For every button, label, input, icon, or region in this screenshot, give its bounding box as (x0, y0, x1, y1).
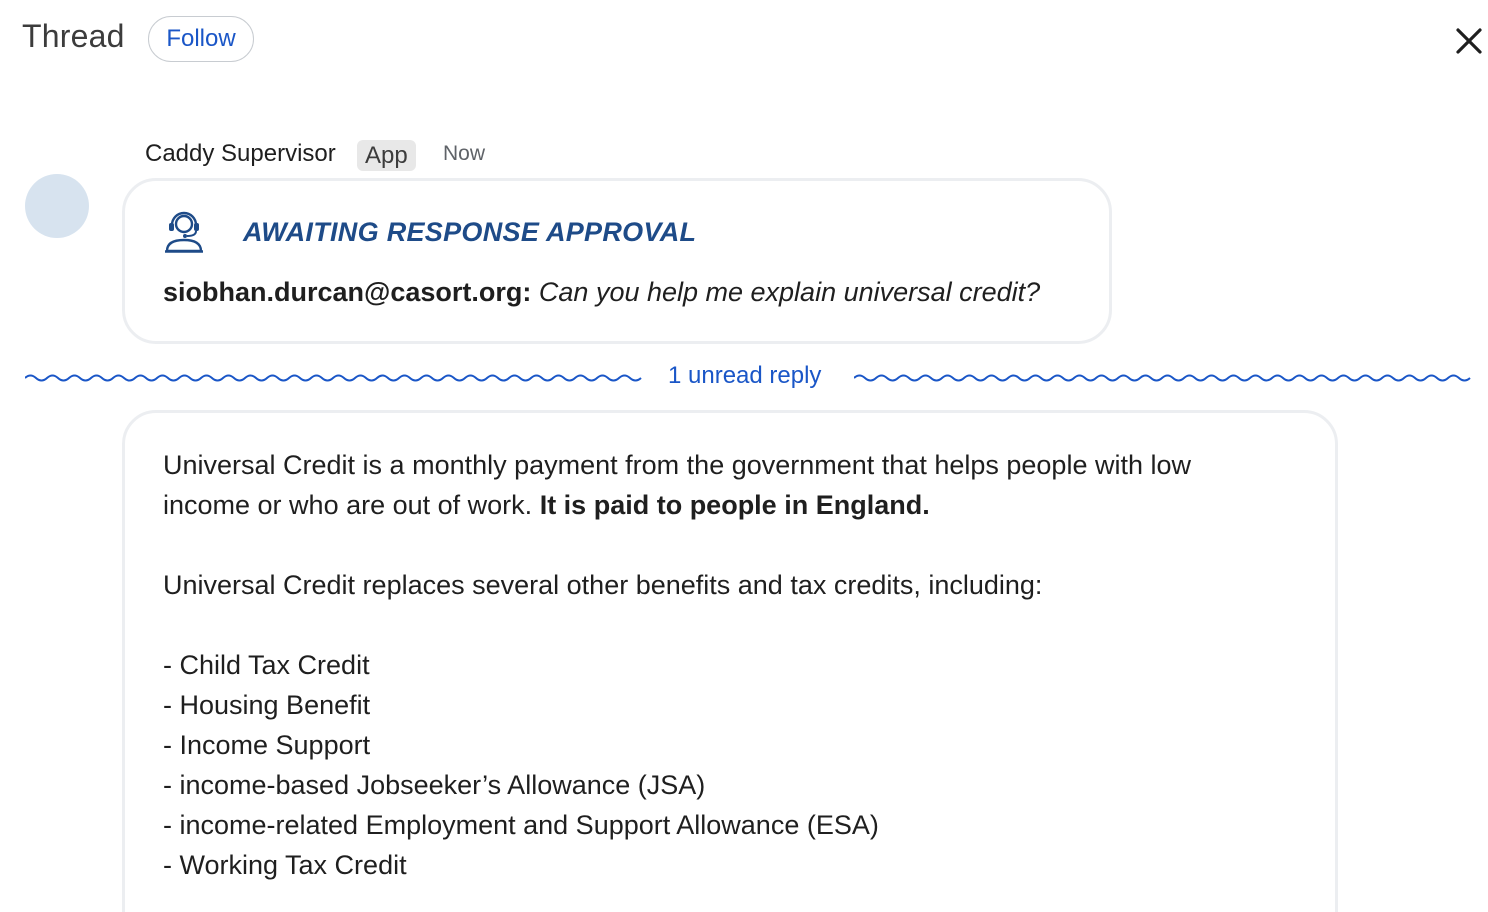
reply-card: Universal Credit is a monthly payment fr… (122, 410, 1338, 912)
reply-body: Universal Credit is a monthly payment fr… (163, 445, 1283, 885)
thread-title: Thread (22, 18, 125, 54)
query-email: siobhan.durcan@casort.org: (163, 277, 532, 307)
list-item: - Working Tax Credit (163, 850, 407, 880)
app-badge: App (357, 140, 416, 171)
close-button[interactable] (1450, 22, 1488, 60)
close-icon (1456, 28, 1482, 54)
approval-status-title: AWAITING RESPONSE APPROVAL (243, 217, 697, 247)
reply-paragraph-1-bold: It is paid to people in England. (539, 490, 930, 520)
approval-card: AWAITING RESPONSE APPROVAL siobhan.durca… (122, 178, 1112, 344)
follow-button[interactable]: Follow (148, 16, 254, 62)
unread-divider-right (854, 374, 1471, 382)
avatar[interactable] (25, 174, 89, 238)
support-agent-icon (165, 211, 203, 253)
thread-panel: Thread Follow Caddy Supervisor App Now A… (0, 0, 1488, 912)
list-item: - Housing Benefit (163, 690, 371, 720)
list-item: - Child Tax Credit (163, 650, 370, 680)
unread-replies-link[interactable]: 1 unread reply (668, 362, 821, 390)
reply-paragraph-1: Universal Credit is a monthly payment fr… (163, 445, 1283, 525)
query-question: Can you help me explain universal credit… (538, 277, 1041, 307)
query-line: siobhan.durcan@casort.org: Can you help … (163, 277, 1040, 308)
list-item: - income-based Jobseeker’s Allowance (JS… (163, 770, 706, 800)
list-item: - Income Support (163, 730, 371, 760)
list-item: - income-related Employment and Support … (163, 810, 879, 840)
unread-divider-left (25, 374, 642, 382)
sender-name[interactable]: Caddy Supervisor (145, 140, 336, 168)
reply-paragraph-2: Universal Credit replaces several other … (163, 570, 1043, 600)
message-timestamp: Now (443, 142, 486, 165)
